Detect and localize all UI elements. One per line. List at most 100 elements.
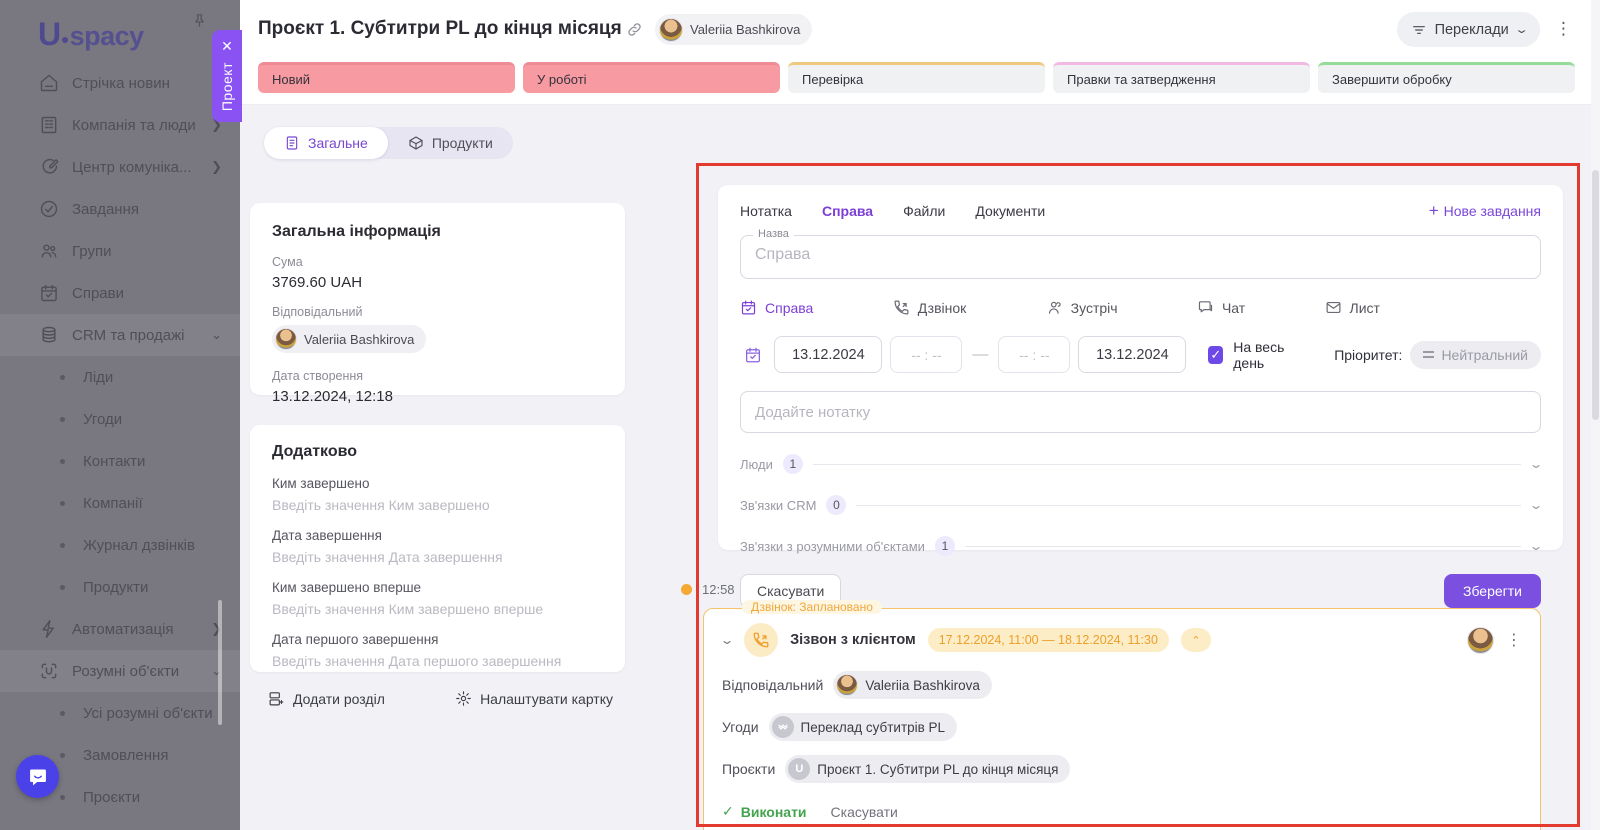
sidebar-item-products[interactable]: Продукти (0, 566, 240, 608)
support-chat-button[interactable] (16, 755, 59, 798)
sidebar-item-company[interactable]: Компанія та люди ❯ (0, 104, 240, 146)
deal-chip[interactable]: Переклад субтитрів PL (768, 713, 958, 741)
responsible-chip[interactable]: Valeriia Bashkirova (833, 671, 992, 699)
stage-finish[interactable]: Завершити обробку (1318, 62, 1575, 93)
all-day-checkbox[interactable]: ✓ (1208, 345, 1224, 364)
sidebar-item-crm[interactable]: CRM та продажі ⌄ (0, 314, 240, 356)
configure-card-button[interactable]: Налаштувати картку (455, 690, 613, 707)
field-placeholder[interactable]: Введіть значення Ким завершено вперше (272, 601, 603, 617)
owner-chip[interactable]: Valeriia Bashkirova (655, 14, 813, 45)
sidebar-item-deals[interactable]: Угоди (0, 398, 240, 440)
sidebar-item-communication[interactable]: Центр комуніка... ❯ (0, 146, 240, 188)
range-dash-icon: — (972, 345, 989, 363)
header-kebab-menu[interactable]: ⋮ (1555, 18, 1572, 39)
smart-object-icon: U (788, 758, 811, 780)
type-label: Справа (765, 299, 814, 316)
chevron-down-icon[interactable]: ⌄ (1528, 457, 1543, 471)
phone-icon (894, 300, 909, 315)
sidebar-item-label: Розумні об'єкти (72, 662, 180, 680)
field-placeholder[interactable]: Введіть значення Ким завершено (272, 497, 603, 513)
sidebar-item-label: Замовлення (83, 746, 169, 764)
cancel-event-button[interactable]: Скасувати (831, 804, 898, 820)
close-icon[interactable]: ✕ (221, 38, 233, 54)
scrollbar-thumb[interactable] (1592, 170, 1599, 420)
type-label: Лист (1349, 299, 1380, 316)
sidebar-item-all-smart-objects[interactable]: Усі розумні об'єкти (0, 692, 240, 734)
event-kebab-menu[interactable]: ⋮ (1506, 630, 1522, 650)
sidebar-item-companies[interactable]: Компанії (0, 482, 240, 524)
sidebar-item-contacts[interactable]: Контакти (0, 440, 240, 482)
sidebar-item-label: Стрічка новин (72, 74, 170, 92)
tab-note[interactable]: Нотатка (740, 203, 792, 219)
sidebar-item-smart-objects[interactable]: Розумні об'єкти ⌄ (0, 650, 240, 692)
sidebar-item-automation[interactable]: Автоматизація ❯ (0, 608, 240, 650)
sidebar-item-call-log[interactable]: Журнал дзвінків (0, 524, 240, 566)
sidebar-item-label: Ліди (83, 368, 114, 386)
tab-label: Продукти (431, 135, 493, 151)
field-placeholder[interactable]: Введіть значення Дата завершення (272, 549, 603, 565)
sidebar-item-groups[interactable]: Групи (0, 230, 240, 272)
project-chip[interactable]: U Проєкт 1. Субтитри PL до кінця місяця (785, 755, 1071, 783)
sidebar-item-tasks[interactable]: Завдання (0, 188, 240, 230)
sidebar-scrollbar-thumb[interactable] (218, 600, 222, 725)
chevron-up-icon[interactable]: ⌃ (1180, 628, 1211, 652)
type-meeting[interactable]: Зустріч (1046, 299, 1118, 316)
new-activity-panel: Нотатка Справа Файли Документи + Нове зав… (718, 185, 1563, 608)
type-call[interactable]: Дзвінок (893, 299, 967, 316)
type-chat[interactable]: Чат (1197, 299, 1245, 316)
view-tabs: Загальне Продукти (264, 127, 513, 159)
calendar-icon (746, 347, 761, 362)
copy-link-icon[interactable] (626, 21, 643, 43)
time-from-input[interactable] (890, 336, 963, 373)
divider (812, 463, 1521, 465)
tab-general[interactable]: Загальне (264, 127, 388, 159)
avatar (659, 17, 683, 42)
date-to-input[interactable] (1078, 336, 1187, 373)
complete-button[interactable]: ✓ Виконати (722, 803, 807, 820)
type-email[interactable]: Лист (1325, 299, 1380, 316)
name-input[interactable] (755, 246, 1526, 264)
note-input[interactable] (740, 391, 1541, 433)
project-slideover-tab[interactable]: ✕ Проект (212, 30, 242, 122)
all-day-label: На весь день (1233, 338, 1285, 371)
filter-label: Переклади (1434, 21, 1509, 38)
event-period[interactable]: 17.12.2024, 11:00 — 18.12.2024, 11:30 (927, 628, 1169, 652)
filter-funnel-button[interactable]: Переклади ⌄ (1396, 12, 1540, 47)
card-footer-links: Додати розділ Налаштувати картку (268, 690, 613, 707)
tab-products[interactable]: Продукти (388, 127, 513, 159)
time-to-input[interactable] (998, 336, 1071, 373)
created-value: 13.12.2024, 12:18 (272, 388, 393, 405)
tab-documents[interactable]: Документи (975, 203, 1045, 219)
responsible-chip[interactable]: Valeriia Bashkirova (272, 325, 427, 353)
sidebar-item-label: Центр комуніка... (72, 158, 192, 176)
stage-review[interactable]: Перевірка (788, 62, 1045, 93)
type-label: Дзвінок (917, 299, 967, 316)
sidebar-item-leads[interactable]: Ліди (0, 356, 240, 398)
add-section-button[interactable]: Додати розділ (268, 690, 385, 707)
calendar-picker-button[interactable] (740, 339, 766, 371)
save-button[interactable]: Зберегти (1443, 574, 1541, 608)
sidebar: Uspacy Стрічка новин Компанія та люди ❯ … (0, 0, 240, 830)
stage-in-progress[interactable]: У роботі (523, 62, 780, 93)
chevron-down-icon[interactable]: ⌄ (719, 633, 734, 647)
stage-new[interactable]: Новий (258, 62, 515, 93)
chevron-down-icon[interactable]: ⌄ (1528, 539, 1543, 553)
chevron-down-icon[interactable]: ⌄ (1528, 498, 1543, 512)
page-scrollbar[interactable] (1591, 0, 1600, 830)
responsible-name: Valeriia Bashkirova (865, 677, 980, 693)
tab-activity[interactable]: Справа (822, 203, 873, 219)
call-event-card: Дзвінок: Заплановано ⌄ Зізвон з клієнтом… (703, 600, 1541, 830)
uspacy-logo[interactable]: Uspacy (38, 16, 144, 53)
sidebar-item-activities[interactable]: Справи (0, 272, 240, 314)
sidebar-item-feed[interactable]: Стрічка новин (0, 62, 240, 104)
activity-tabs: Нотатка Справа Файли Документи + Нове зав… (740, 201, 1541, 221)
new-task-button[interactable]: + Нове завдання (1429, 201, 1541, 221)
date-from-input[interactable] (774, 336, 883, 373)
pin-icon[interactable] (191, 12, 208, 34)
tab-files[interactable]: Файли (903, 203, 945, 219)
field-placeholder[interactable]: Введіть значення Дата першого завершення (272, 653, 603, 669)
priority-select[interactable]: Нейтральний (1410, 340, 1541, 369)
type-task[interactable]: Справа (740, 299, 813, 316)
stage-edits-approval[interactable]: Правки та затвердження (1053, 62, 1310, 93)
logo-text: spacy (69, 21, 145, 51)
